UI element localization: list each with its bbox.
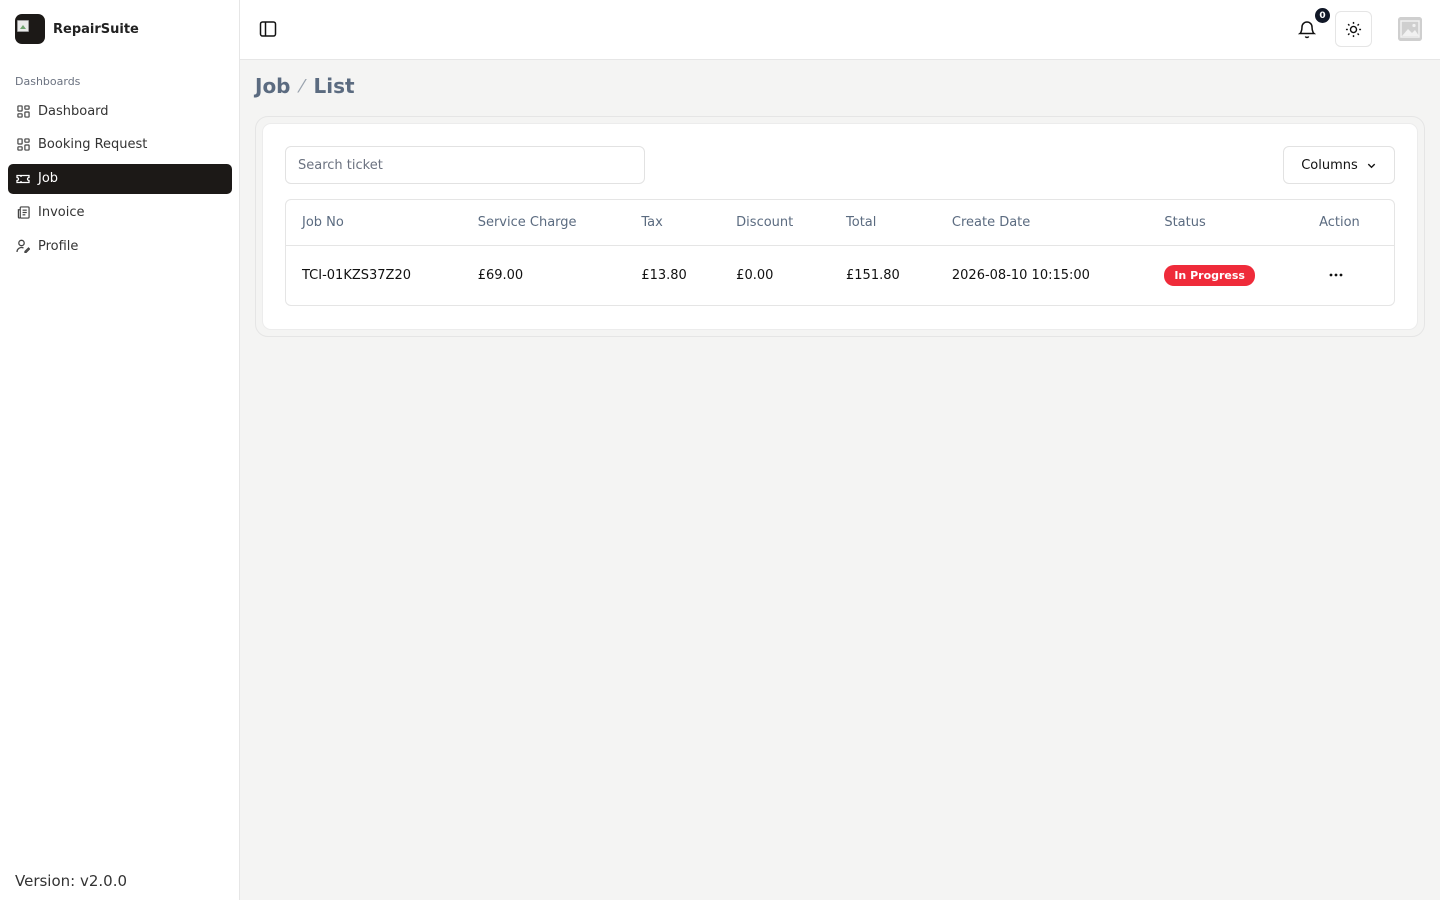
table-row[interactable]: TCI-01KZS37Z20 £69.00 £13.80 £0.00 £151.… [286,245,1394,305]
grid-icon [16,138,30,152]
column-header-status[interactable]: Status [1148,200,1304,246]
sidebar-item-label: Booking Request [38,137,148,153]
sidebar-item-label: Profile [38,238,79,254]
grid-icon [16,104,30,118]
status-badge: In Progress [1164,264,1255,286]
broken-image-icon [17,20,29,32]
sidebar-item-label: Invoice [38,204,85,220]
breadcrumb-item-job[interactable]: Job [255,74,291,98]
cell-action [1303,245,1394,305]
cell-tax: £13.80 [641,267,687,283]
sidebar-item-profile[interactable]: Profile [8,231,232,261]
more-horizontal-icon [1329,273,1343,277]
sidebar-section-label: Dashboards [15,75,81,88]
top-header: 0 [240,0,1440,60]
image-placeholder-icon [1398,17,1422,41]
cell-total: £151.80 [846,267,900,283]
table-header-row: Job No Service Charge Tax Discount Total… [286,200,1394,246]
columns-button-label: Columns [1301,157,1358,173]
cell-job-no: TCI-01KZS37Z20 [302,267,411,283]
panel-left-icon [259,21,277,37]
sidebar-nav: Dashboard Booking Request Job Invoice Pr… [8,96,232,265]
theme-toggle-button[interactable] [1335,11,1372,47]
jobs-table: Job No Service Charge Tax Discount Total… [285,199,1395,306]
receipt-icon [16,205,30,219]
sidebar-item-label: Dashboard [38,103,109,119]
bell-icon [1298,20,1316,38]
row-actions-button[interactable] [1321,263,1351,287]
column-header-discount[interactable]: Discount [720,200,831,246]
notification-count-badge: 0 [1315,8,1330,23]
column-header-job-no[interactable]: Job No [286,200,462,246]
user-pen-icon [16,239,30,254]
cell-service-charge: £69.00 [477,267,524,283]
cell-discount: £0.00 [736,267,774,283]
app-version: Version: v2.0.0 [15,872,128,890]
brand-logo [15,14,45,44]
brand[interactable]: RepairSuite [15,14,139,44]
column-header-tax[interactable]: Tax [625,200,721,246]
breadcrumb-separator: ⁄ [300,75,304,97]
column-header-service-charge[interactable]: Service Charge [461,200,626,246]
breadcrumb: Job ⁄ List [255,74,355,98]
breadcrumb-item-list: List [313,74,355,98]
brand-name: RepairSuite [53,21,139,37]
search-input[interactable] [285,146,645,184]
user-avatar[interactable] [1398,17,1422,41]
cell-status: In Progress [1148,245,1303,305]
sun-icon [1345,21,1362,37]
column-header-create-date[interactable]: Create Date [935,200,1149,246]
sidebar-toggle-button[interactable] [258,19,278,39]
sidebar: RepairSuite Dashboards Dashboard Booking… [0,0,240,900]
sidebar-item-dashboard[interactable]: Dashboard [8,96,232,126]
column-header-total[interactable]: Total [830,200,936,246]
sidebar-item-job[interactable]: Job [8,163,232,194]
ticket-icon [16,172,30,186]
sidebar-item-invoice[interactable]: Invoice [8,197,232,227]
sidebar-item-label: Job [38,171,59,187]
sidebar-item-booking-request[interactable]: Booking Request [8,130,232,160]
notifications-button[interactable] [1295,17,1319,41]
column-header-action: Action [1303,200,1394,246]
chevron-down-icon [1367,163,1375,168]
columns-dropdown-button[interactable]: Columns [1283,146,1395,184]
cell-create-date: 2026-08-10 10:15:00 [951,267,1090,283]
